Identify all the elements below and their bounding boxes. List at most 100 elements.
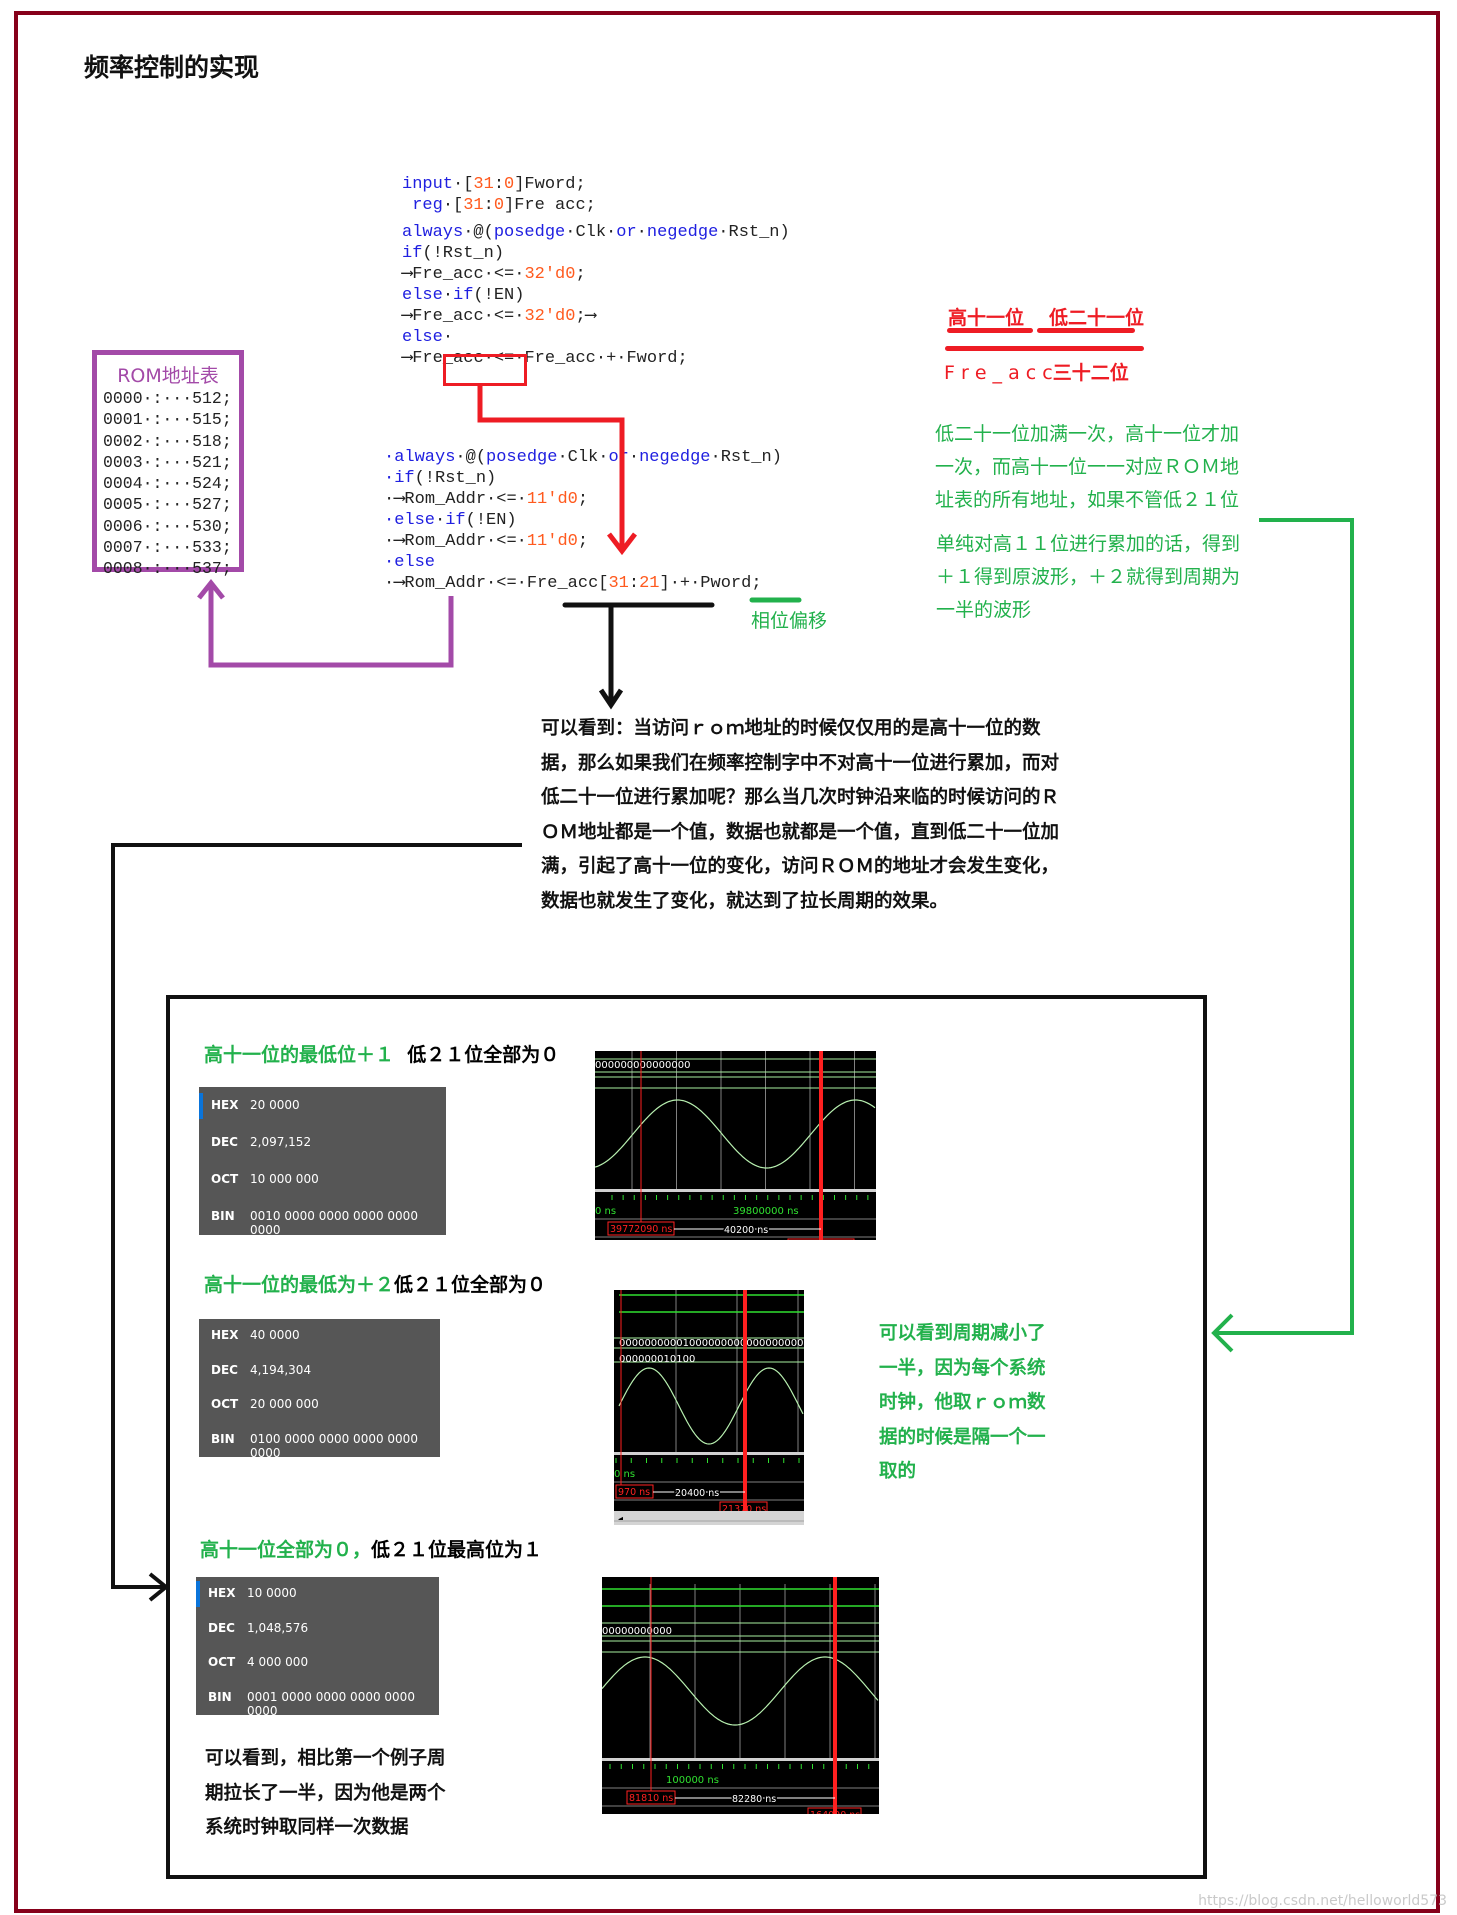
bus-value: 000000010100 <box>619 1354 695 1365</box>
total-bits-line <box>945 346 1144 351</box>
example-3-note: 可以看到，相比第一个例子周 期拉长了一半，因为他是两个 系统时钟取同样一次数据 <box>205 1742 446 1846</box>
calc-radix-value: 0001 0000 0000 0000 0000 0000 <box>247 1689 415 1718</box>
green-explanation-part1: 低二十一位加满一次，高十一位才加 一次，而高十一位一一对应ＲＯＭ地 址表的所有地址，… <box>935 418 1239 517</box>
waveform-1: 000000000000000 0 ns 39800000 ns 39772090 n… <box>595 1051 876 1252</box>
calc-row-oct: OCT 4 000 000 <box>196 1655 439 1675</box>
cursor-1-time: 39772090 ns <box>610 1224 672 1235</box>
bottom-border <box>614 1520 804 1522</box>
selected-indicator <box>196 1581 200 1608</box>
calc-radix-value: 10 000 000 <box>250 1171 319 1186</box>
calc-radix-label: OCT <box>211 1397 239 1412</box>
calc-radix-label: HEX <box>211 1328 239 1343</box>
waveform-svg: 000000000010000000000000000000000 0000000… <box>614 1290 804 1525</box>
calc-radix-value: 4 000 000 <box>247 1655 309 1670</box>
main-explanation-paragraph: 可以看到：当访问ｒｏｍ地址的时候仅仅用的是高十一位的数 据，那么如果我们在频率控制… <box>541 712 1091 919</box>
text-line: 期拉长了一半，因为他是两个 <box>205 1782 446 1804</box>
watermark: https://blog.csdn.net/helloworld573 <box>1198 1893 1447 1909</box>
axis-separator <box>595 1189 876 1192</box>
calc-radix-label: OCT <box>211 1171 239 1186</box>
text-line: 可以看到，相比第一个例子周 <box>205 1748 446 1769</box>
calc-row-hex: HEX 40 0000 <box>199 1328 440 1348</box>
delta-time: 20400 ns <box>675 1488 719 1499</box>
calc-row-dec: DEC 4,194,304 <box>199 1363 440 1383</box>
calc-radix-value: 20 0000 <box>250 1097 300 1112</box>
axis-label: 0 ns <box>614 1469 635 1480</box>
text-line: 址表的所有地址，如果不管低２１位 <box>935 489 1240 511</box>
waveform-2: 000000000010000000000000000000000 0000000… <box>614 1290 804 1525</box>
example-2-heading-green: 高十一位的最低为＋２ <box>204 1274 395 1296</box>
text-line: 据，那么如果我们在频率控制字中不对高十一位进行累加，而对 <box>541 752 1060 774</box>
calc-row-hex: HEX 10 0000 <box>196 1586 439 1606</box>
cursor-1-time: 81810 ns <box>629 1793 673 1804</box>
example-3-heading-green: 高十一位全部为０， <box>200 1539 372 1561</box>
calc-radix-label: BIN <box>208 1689 232 1704</box>
calc-radix-value: 4,194,304 <box>250 1362 312 1377</box>
delta-time: 40200 ns <box>724 1225 768 1236</box>
calc-radix-value: 10 0000 <box>247 1586 297 1601</box>
purple-arrow <box>208 584 454 668</box>
text-line: 一次，而高十一位一一对应ＲＯＭ地 <box>935 456 1240 478</box>
text-line: 时钟，他取ｒｏｍ数 <box>879 1392 1046 1413</box>
axis-separator <box>614 1452 804 1455</box>
calc-radix-value: 0010 0000 0000 0000 0000 0000 <box>250 1208 418 1237</box>
text-line: ＯＭ地址都是一个值，数据也就都是一个值，直到低二十一位加 <box>541 821 1060 843</box>
example-2-note: 可以看到周期减小了 一半，因为每个系统 时钟，他取ｒｏｍ数 据的时候是隔一个一 取的 <box>879 1317 1046 1490</box>
calc-radix-label: HEX <box>211 1097 239 1112</box>
bottom-margin <box>595 1240 876 1252</box>
text-line: 单纯对高１１位进行累加的话，得到 <box>936 533 1241 555</box>
red-arrow <box>477 386 625 547</box>
low-twentyone-bits-label: 低二十一位 <box>1049 307 1145 329</box>
waveform-svg: 00000000000100000 ns81810 ns82280 ns1640… <box>602 1577 879 1826</box>
text-line: ＋１得到原波形，＋２就得到周期为 <box>936 566 1241 588</box>
text-line: 数据也就发生了变化，就达到了拉长周期的效果。 <box>541 890 949 912</box>
green-connector <box>1216 518 1354 1335</box>
calc-row-bin: BIN 0010 0000 0000 0000 0000 0000 <box>199 1208 446 1237</box>
example-3-heading: 高十一位全部为０，低２１位最高位为１ <box>200 1535 542 1562</box>
fre-acc-32bit-label: F r e _ a c c三十二位 <box>944 358 1129 385</box>
cursor-1-time: 970 ns <box>618 1487 650 1498</box>
example-2-heading-black: 低２１位全部为０ <box>394 1274 547 1296</box>
calculator-panel-1: HEX 20 0000 DEC 2,097,152 OCT 10 000 000 BIN 00… <box>199 1087 446 1237</box>
calc-radix-value: 2,097,152 <box>250 1134 312 1149</box>
sine-wave <box>595 1099 876 1169</box>
calc-row-oct: OCT 10 000 000 <box>199 1172 446 1192</box>
sine-wave <box>618 1367 804 1445</box>
calc-radix-value: 0100 0000 0000 0000 0000 0000 <box>250 1431 418 1460</box>
calc-radix-label: DEC <box>208 1620 235 1635</box>
calc-row-bin: BIN 0100 0000 0000 0000 0000 0000 <box>199 1431 440 1460</box>
text-line: 可以看到：当访问ｒｏｍ地址的时候仅仅用的是高十一位的数 <box>541 718 1041 739</box>
text-line: 满，引起了高十一位的变化，访问ＲＯＭ的地址才会发生变化， <box>541 856 1060 877</box>
selected-indicator <box>199 1092 203 1119</box>
waveform-svg: 000000000000000 0 ns 39800000 ns 39772090 n… <box>595 1051 876 1252</box>
text-line: 一半，因为每个系统 <box>879 1357 1046 1379</box>
bus-value: 000000000000000 <box>595 1060 690 1071</box>
example-1-heading: 高十一位的最低位＋１ 低２１位全部为０ <box>204 1040 559 1067</box>
fre-acc-name: F r e _ a c c <box>944 362 1053 384</box>
calc-radix-label: BIN <box>211 1208 235 1223</box>
text-line: 低二十一位加满一次，高十一位才加 <box>935 423 1240 445</box>
high-eleven-bits-label: 高十一位 <box>948 307 1025 329</box>
text-line: 据的时候是隔一个一 <box>879 1426 1046 1448</box>
calc-row-oct: OCT 20 000 000 <box>199 1397 440 1417</box>
high-bits-underline <box>947 328 1033 333</box>
calculator-panel-2: HEX 40 0000 DEC 4,194,304 OCT 20 000 000 BIN 01… <box>199 1319 440 1460</box>
calculator-panel-3: HEX 10 0000 DEC 1,048,576 OCT 4 000 000 BIN 000… <box>196 1577 439 1718</box>
calc-radix-label: BIN <box>211 1431 235 1446</box>
calc-radix-value: 40 0000 <box>250 1328 300 1343</box>
low-bits-underline <box>1037 328 1135 333</box>
axis-separator <box>602 1758 879 1761</box>
waveform-3: 00000000000100000 ns81810 ns82280 ns1640… <box>602 1577 879 1826</box>
calc-radix-label: HEX <box>208 1586 236 1601</box>
bus-value: 00000000000 <box>602 1626 672 1637</box>
delta-time: 82280 ns <box>732 1794 776 1805</box>
calc-radix-value: 20 000 000 <box>250 1397 319 1412</box>
bus-value: 000000000010000000000000000000000 <box>619 1338 804 1349</box>
text-line: 系统时钟取同样一次数据 <box>205 1817 409 1838</box>
calc-radix-label: OCT <box>208 1655 236 1670</box>
example-3-heading-black: 低２１位最高位为１ <box>371 1539 543 1561</box>
axis-label: 100000 ns <box>666 1775 719 1786</box>
scroll-left-icon: ◂ <box>618 1514 623 1525</box>
calc-row-dec: DEC 2,097,152 <box>199 1135 446 1155</box>
calc-row-hex: HEX 20 0000 <box>199 1098 446 1118</box>
axis-label: 0 ns <box>595 1206 616 1217</box>
